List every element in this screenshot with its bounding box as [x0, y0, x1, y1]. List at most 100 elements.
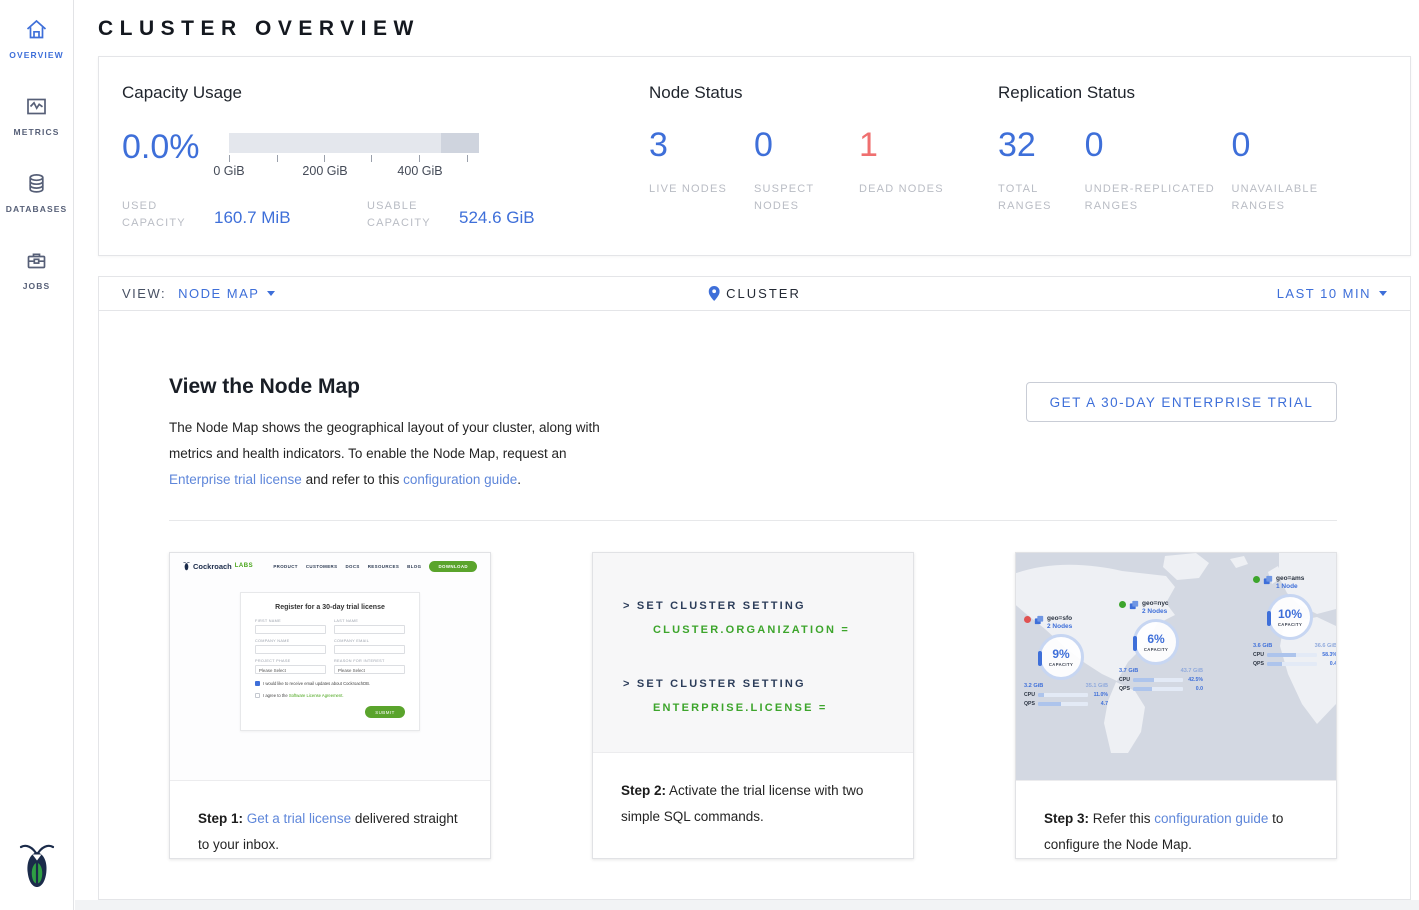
replication-status-section: Replication Status 32 TOTAL RANGES 0 UND… — [998, 83, 1347, 255]
description-text: The Node Map shows the geographical layo… — [169, 420, 600, 461]
mini-input — [255, 625, 326, 634]
cpu-meter — [1038, 693, 1088, 697]
sidebar-item-label: OVERVIEW — [9, 50, 63, 60]
time-range-dropdown[interactable]: LAST 10 MIN — [1277, 286, 1387, 301]
mini-cockroach-labs-logo: Cockroach LABS — [183, 561, 253, 571]
enterprise-trial-license-link[interactable]: Enterprise trial license — [169, 472, 302, 487]
step3-card: geo=sfo 2 Nodes 9% CAPACITY 3.2 GiB 35.1 — [1015, 552, 1337, 859]
step3-caption: Step 3: Refer this configuration guide t… — [1016, 781, 1336, 858]
cluster-name: geo=ams — [1276, 575, 1304, 582]
node-map-preview-image: geo=sfo 2 Nodes 9% CAPACITY 3.2 GiB 35.1 — [1016, 553, 1336, 781]
sidebar-item-label: JOBS — [23, 281, 51, 291]
total-ranges-stat: 32 TOTAL RANGES — [998, 125, 1085, 215]
home-icon — [23, 16, 50, 43]
mini-bug-icon — [183, 561, 190, 571]
node-map-description: The Node Map shows the geographical layo… — [169, 415, 627, 493]
nodes-stack-icon — [1034, 615, 1044, 625]
step2-card: > SET CLUSTER SETTING CLUSTER.ORGANIZATI… — [592, 552, 914, 859]
step1-label: Step 1: — [198, 811, 243, 826]
gauge-percent: 6% — [1147, 632, 1164, 646]
chevron-down-icon — [267, 291, 275, 296]
main-content: CLUSTER OVERVIEW Capacity Usage 0.0% 0 G… — [75, 0, 1419, 910]
sidebar: OVERVIEW METRICS DATABASES JOBS — [0, 0, 74, 910]
capacity-bar-segment — [441, 133, 479, 153]
page-bottom-strip — [75, 900, 1419, 910]
capacity-axis-ticks — [229, 153, 479, 162]
view-bar: VIEW: NODE MAP CLUSTER LAST 10 MIN — [99, 277, 1410, 311]
location-pin-icon — [708, 286, 719, 301]
axis-label: 200 GiB — [302, 164, 347, 178]
dead-nodes-value: 1 — [859, 125, 964, 165]
ok-badge-icon — [1119, 601, 1126, 608]
suspect-nodes-label: SUSPECT NODES — [754, 181, 859, 215]
mini-logo-name: Cockroach — [193, 562, 232, 571]
total-capacity: 35.1 GiB — [1086, 683, 1108, 689]
qps-value: 4.7 — [1091, 701, 1108, 707]
mini-checkbox-checked — [255, 681, 260, 686]
used-capacity: 3.6 GiB — [1253, 643, 1272, 649]
capacity-gauge: 10% CAPACITY — [1267, 594, 1313, 640]
sidebar-item-label: METRICS — [14, 127, 60, 137]
node-map-panel: VIEW: NODE MAP CLUSTER LAST 10 MIN View … — [98, 276, 1411, 900]
step1-caption: Step 1: Get a trial license delivered st… — [170, 781, 490, 858]
sidebar-item-metrics[interactable]: METRICS — [14, 93, 60, 137]
configuration-guide-link[interactable]: configuration guide — [403, 472, 517, 487]
total-capacity: 43.7 GiB — [1181, 668, 1203, 674]
unavailable-ranges-stat: 0 UNAVAILABLE RANGES — [1231, 125, 1347, 215]
gauge-label: CAPACITY — [1144, 647, 1168, 652]
used-capacity: 3.7 GiB — [1119, 668, 1138, 674]
sidebar-item-databases[interactable]: DATABASES — [6, 170, 68, 214]
sql-code-line: CLUSTER.ORGANIZATION = — [653, 624, 913, 637]
total-capacity: 36.6 GiB — [1315, 643, 1336, 649]
capacity-usage-section: Capacity Usage 0.0% 0 GiB 200 GiB 400 Gi… — [122, 83, 649, 255]
mini-input — [255, 645, 326, 654]
cpu-value: 58.3% — [1320, 652, 1336, 658]
mini-nav-docs: DOCS — [345, 564, 359, 569]
qps-label: QPS — [1253, 661, 1264, 667]
step1-card: Cockroach LABS PRODUCT CUSTOMERS DOCS RE… — [169, 552, 491, 859]
nodes-stack-icon — [1129, 600, 1139, 610]
dead-nodes-stat: 1 DEAD NODES — [859, 125, 964, 215]
qps-meter — [1038, 702, 1088, 706]
replication-status-title: Replication Status — [998, 83, 1347, 103]
node-map-body: View the Node Map The Node Map shows the… — [99, 311, 1410, 859]
mini-field: FIRST NAME — [255, 619, 326, 634]
cluster-node-count: 1 Node — [1276, 583, 1304, 590]
configuration-guide-link[interactable]: configuration guide — [1154, 811, 1268, 826]
live-nodes-stat: 3 LIVE NODES — [649, 125, 754, 215]
sidebar-item-label: DATABASES — [6, 204, 68, 214]
capacity-bar: 0 GiB 200 GiB 400 GiB — [229, 129, 479, 180]
description-text: . — [517, 472, 521, 487]
sidebar-item-jobs[interactable]: JOBS — [23, 247, 51, 291]
divider — [169, 520, 1337, 521]
axis-label: 0 GiB — [213, 164, 244, 178]
cluster-name: geo=sfo — [1047, 615, 1072, 622]
capacity-percent: 0.0% — [122, 129, 229, 165]
mini-field: COMPANY NAME — [255, 639, 326, 654]
step2-caption: Step 2: Activate the trial license with … — [593, 753, 913, 830]
sidebar-item-overview[interactable]: OVERVIEW — [9, 16, 63, 60]
cluster-breadcrumb-label: CLUSTER — [726, 286, 801, 301]
node-status-title: Node Status — [649, 83, 998, 103]
mini-nav-resources: RESOURCES — [368, 564, 399, 569]
cluster-name: geo=nyc — [1142, 600, 1169, 607]
cluster-breadcrumb[interactable]: CLUSTER — [708, 286, 801, 301]
mini-checkbox-unchecked — [255, 693, 260, 698]
enterprise-trial-button[interactable]: GET A 30-DAY ENTERPRISE TRIAL — [1026, 382, 1337, 422]
unavailable-ranges-label: UNAVAILABLE RANGES — [1231, 181, 1347, 215]
get-trial-license-link[interactable]: Get a trial license — [247, 811, 351, 826]
under-replicated-ranges-value: 0 — [1085, 125, 1232, 165]
view-selector-dropdown[interactable]: NODE MAP — [178, 286, 275, 301]
step2-label: Step 2: — [621, 783, 666, 798]
suspect-nodes-value: 0 — [754, 125, 859, 165]
mini-registration-form: Register for a 30-day trial license FIRS… — [240, 592, 420, 731]
mini-nav-product: PRODUCT — [273, 564, 298, 569]
sql-prompt-line: > SET CLUSTER SETTING — [623, 600, 913, 613]
mini-nav-blog: BLOG — [407, 564, 421, 569]
sql-code-line: ENTERPRISE.LICENSE = — [653, 702, 913, 715]
node-status-section: Node Status 3 LIVE NODES 0 SUSPECT NODES… — [649, 83, 998, 255]
mini-checkbox-row: I agree to the Software License Agreemen… — [255, 693, 405, 698]
qps-value: 0.0 — [1186, 686, 1203, 692]
capacity-usage-title: Capacity Usage — [122, 83, 649, 103]
mini-nav-customers: CUSTOMERS — [306, 564, 338, 569]
